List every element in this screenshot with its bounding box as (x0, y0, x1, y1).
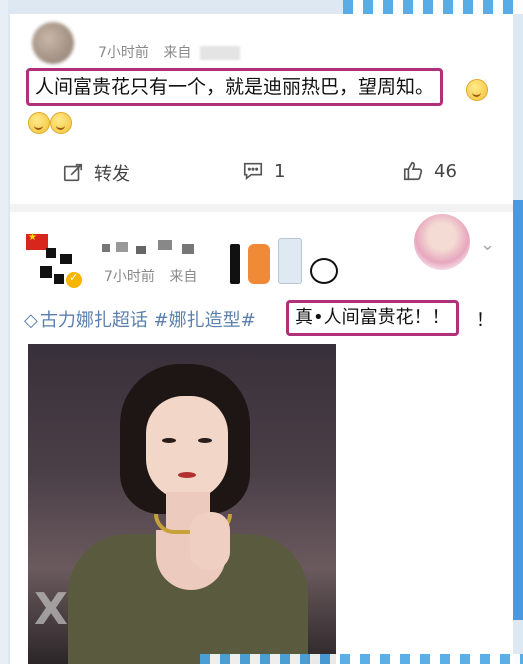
like-count: 46 (434, 160, 457, 182)
avatar[interactable] (32, 22, 74, 64)
pixel-block (40, 266, 52, 278)
pixel-block (60, 254, 72, 264)
post-text: 真•人间富贵花！！ (295, 307, 450, 328)
post-text: 人间富贵花只有一个，就是迪丽热巴，望周知。 (35, 76, 435, 98)
post-time: 7小时前 (104, 269, 155, 285)
post-time: 7小时前 (98, 45, 149, 61)
pack-sticker-icon (278, 238, 302, 284)
repost-button[interactable]: 转发 (62, 160, 130, 186)
pixel-block (54, 274, 64, 284)
pixel-block (158, 240, 172, 250)
post-card-1: 7小时前 来自 人间富贵花只有一个，就是迪丽热巴，望周知。 转发 1 46 (10, 14, 513, 212)
pixel-block (182, 244, 194, 254)
badge-stickers (230, 232, 338, 284)
image-hand (190, 512, 230, 570)
flag-icon (26, 232, 48, 250)
pixel-block (136, 246, 146, 254)
image-lips (178, 472, 196, 478)
post-meta: 7小时前 来自 (98, 42, 240, 62)
smile-emoji-icon (50, 112, 72, 134)
comment-button[interactable]: 1 (242, 160, 285, 182)
pixel-block (116, 242, 128, 252)
image-eye (162, 438, 176, 443)
bottle-sticker-icon (230, 244, 240, 284)
post-source-label: 来自 (169, 269, 198, 285)
repost-label: 转发 (94, 164, 130, 185)
topic-text: 古力娜扎超话 #娜扎造型# (39, 310, 256, 331)
post-action-bar: 转发 1 46 (10, 160, 513, 188)
comment-count: 1 (274, 160, 286, 182)
diamond-topic-icon: ◇ (24, 310, 38, 331)
pixel-block (102, 244, 110, 252)
topic-tags[interactable]: ◇ 古力娜扎超话 #娜扎造型# (24, 306, 256, 332)
post-text-highlight: 人间富贵花只有一个，就是迪丽热巴，望周知。 (26, 68, 444, 106)
frame-decoration-right (513, 200, 523, 620)
post-text-highlight: 真•人间富贵花！！ (286, 300, 459, 336)
decorative-portrait (414, 214, 470, 270)
feed-screenshot: 7小时前 来自 人间富贵花只有一个，就是迪丽热巴，望周知。 转发 1 46 ★ … (10, 14, 513, 664)
comment-icon (243, 162, 263, 181)
image-background-mark: X (34, 584, 68, 635)
image-eye (198, 438, 212, 443)
orange-sticker-icon (248, 244, 270, 284)
post-divider (10, 204, 513, 212)
post-card-2: 7小时前 来自 ⌄ ◇古力娜扎超话 #娜扎造型# 真•人间富贵花！！ ！ (10, 212, 513, 664)
repost-icon (63, 163, 83, 182)
image-face (146, 396, 228, 500)
like-button[interactable]: 46 (402, 160, 457, 182)
post-image[interactable]: X (28, 344, 336, 664)
post-source-label: 来自 (163, 45, 192, 61)
verified-badge-icon (64, 270, 84, 290)
frame-decoration-left (0, 0, 8, 664)
post-meta: 7小时前 来自 (104, 266, 197, 286)
post-text-trailing: ！ (476, 310, 494, 331)
source-blurred (199, 46, 240, 60)
like-icon (403, 161, 423, 181)
smile-emoji-icon (28, 112, 50, 134)
frame-decoration-top (343, 0, 523, 14)
username-blurred[interactable] (102, 240, 212, 256)
chevron-down-icon[interactable]: ⌄ (480, 234, 495, 255)
frame-decoration-bottom (200, 654, 523, 664)
smile-emoji-icon (466, 79, 488, 101)
pixel-block (46, 248, 56, 258)
avatar[interactable] (26, 232, 84, 290)
panda-sticker-icon (310, 258, 338, 284)
